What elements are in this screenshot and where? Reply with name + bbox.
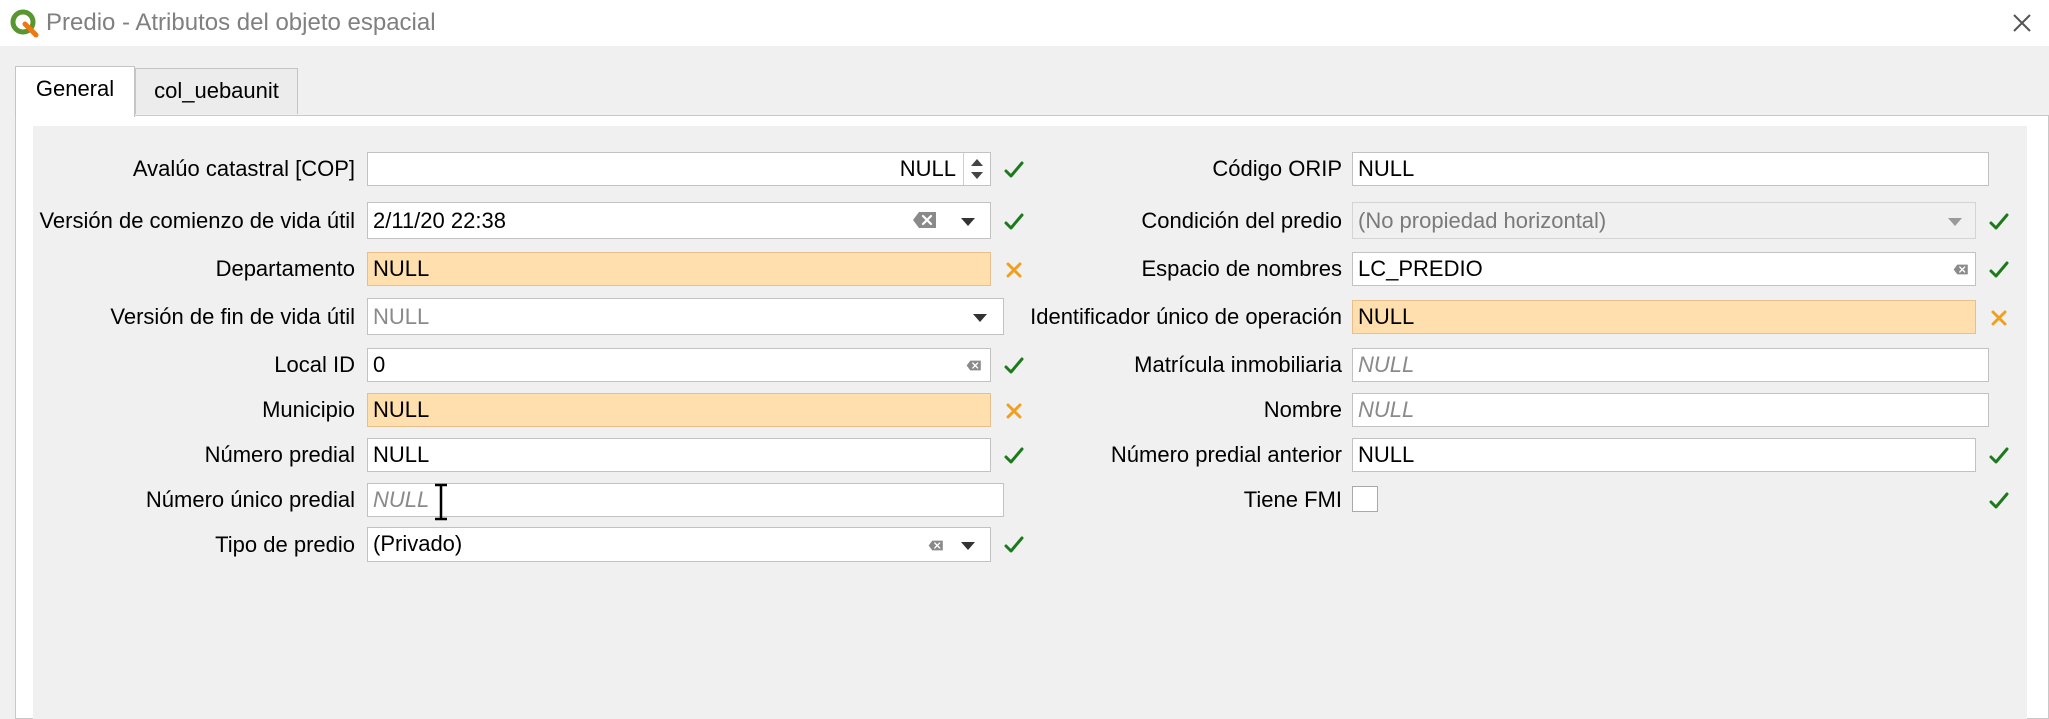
codigo-orip-label: Código ORIP [1212, 156, 1342, 181]
espacio-nombres-field[interactable]: LC_PREDIO [1352, 252, 1976, 286]
chevron-down-icon[interactable] [964, 301, 996, 333]
version-fin-label: Versión de fin de vida útil [110, 304, 355, 329]
close-icon[interactable] [2005, 6, 2039, 40]
valid-check-icon [1003, 355, 1025, 377]
identificador-field[interactable]: NULL [1352, 300, 1976, 334]
clear-icon[interactable] [966, 359, 982, 372]
condicion-combo[interactable]: (No propiedad horizontal) [1352, 202, 1976, 239]
avaluo-spinbox[interactable]: NULL [367, 152, 991, 186]
nombre-label: Nombre [1263, 397, 1342, 422]
tipo-predio-label: Tipo de predio [215, 532, 355, 557]
invalid-cross-icon [1003, 400, 1025, 422]
chevron-down-icon[interactable] [1939, 205, 1971, 237]
version-comienzo-label: Versión de comienzo de vida útil [39, 208, 355, 233]
matricula-field[interactable]: NULL [1352, 348, 1989, 382]
valid-check-icon [1003, 445, 1025, 467]
municipio-label: Municipio [262, 397, 355, 422]
chevron-down-icon[interactable] [952, 529, 984, 561]
numero-unico-field[interactable]: NULL [367, 483, 1004, 517]
numero-unico-label: Número único predial [145, 487, 355, 512]
version-fin-datetime[interactable]: NULL [367, 298, 1004, 335]
valid-check-icon [1988, 445, 2010, 467]
window-title: Predio - Atributos del objeto espacial [46, 9, 436, 36]
avaluo-label: Avalúo catastral [COP] [132, 156, 355, 181]
tab-general[interactable]: General [15, 66, 135, 117]
local-id-field[interactable]: 0 [367, 348, 991, 382]
departamento-field[interactable]: NULL [367, 252, 991, 286]
valid-check-icon [1988, 211, 2010, 233]
numero-predial-field[interactable]: NULL [367, 438, 991, 472]
spin-arrows-icon[interactable] [963, 153, 990, 185]
title-bar: Predio - Atributos del objeto espacial [0, 0, 2049, 46]
tipo-predio-combo[interactable]: (Privado) [367, 527, 991, 562]
tiene-fmi-checkbox[interactable] [1352, 486, 1378, 512]
condicion-label: Condición del predio [1141, 208, 1342, 233]
chevron-down-icon[interactable] [952, 205, 984, 237]
valid-check-icon [1003, 211, 1025, 233]
espacio-nombres-label: Espacio de nombres [1141, 256, 1342, 281]
qgis-logo-icon [10, 9, 39, 38]
valid-check-icon [1988, 490, 2010, 512]
numero-anterior-label: Número predial anterior [1110, 442, 1342, 467]
version-comienzo-datetime[interactable]: 2/11/20 22:38 [367, 202, 991, 239]
valid-check-icon [1003, 534, 1025, 556]
tab-bar: General col_uebaunit [0, 46, 2049, 117]
text-cursor-icon [435, 483, 447, 521]
codigo-orip-field[interactable]: NULL [1352, 152, 1989, 186]
tiene-fmi-label: Tiene FMI [1243, 487, 1342, 512]
nombre-field[interactable]: NULL [1352, 393, 1989, 427]
valid-check-icon [1988, 259, 2010, 281]
valid-check-icon [1003, 159, 1025, 181]
matricula-label: Matrícula inmobiliaria [1134, 352, 1342, 377]
numero-predial-label: Número predial [204, 442, 355, 467]
identificador-label: Identificador único de operación [1030, 304, 1342, 329]
municipio-field[interactable]: NULL [367, 393, 991, 427]
local-id-label: Local ID [274, 352, 355, 377]
clear-icon[interactable] [912, 210, 938, 230]
clear-icon[interactable] [928, 539, 944, 552]
numero-anterior-field[interactable]: NULL [1352, 438, 1976, 472]
invalid-cross-icon [1003, 259, 1025, 281]
invalid-cross-icon [1988, 307, 2010, 329]
departamento-label: Departamento [215, 256, 355, 281]
clear-icon[interactable] [1953, 263, 1969, 276]
tab-col-uebaunit[interactable]: col_uebaunit [135, 68, 298, 114]
